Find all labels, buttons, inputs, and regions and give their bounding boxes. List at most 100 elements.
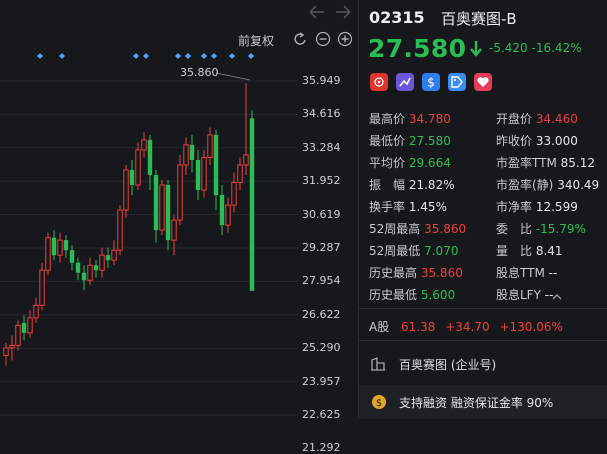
- candlestick: [219, 185, 225, 236]
- candlestick: [201, 149, 207, 198]
- candlestick-plot[interactable]: 35.860: [0, 0, 300, 419]
- undo-redo-icons: [309, 5, 351, 19]
- stat-open: 开盘价 34.460: [496, 112, 578, 126]
- candlestick: [99, 247, 105, 278]
- stat-div-lfy: 股息LFY --: [496, 288, 554, 302]
- candlestick: [159, 179, 165, 236]
- candlestick: [69, 245, 75, 271]
- corporate-account-row[interactable]: 百奥赛图 (企业号): [359, 347, 607, 381]
- candlestick: [153, 169, 159, 243]
- candlestick: [225, 197, 231, 233]
- stat-low: 最低价 27.580: [369, 134, 451, 148]
- stat-hist-low: 历史最低 5.600: [369, 288, 456, 302]
- zoom-in-icon: [337, 31, 353, 47]
- y-tick-label: 21.292: [302, 441, 341, 454]
- chart-control-icons[interactable]: [292, 31, 356, 47]
- peak-annotation: 35.860: [180, 66, 251, 81]
- kline-chart-pane[interactable]: 前复权 35.860 35.949 34.616 33.284 31.952 30.61…: [0, 0, 358, 454]
- event-marker: [133, 53, 139, 59]
- candlestick: [177, 154, 183, 226]
- stat-volume-ratio: 量 比 8.41: [496, 244, 563, 258]
- event-marker: [59, 53, 65, 59]
- y-tick-label: 29.287: [302, 241, 341, 254]
- stat-52w-low: 52周最低 7.070: [369, 244, 459, 258]
- candlestick: [171, 215, 177, 256]
- candlestick: [45, 232, 51, 276]
- y-tick-label: 30.619: [302, 207, 341, 221]
- candlestick: [63, 235, 69, 258]
- candlestick: [111, 240, 117, 266]
- candlestick: [207, 127, 213, 165]
- candlestick: [231, 172, 237, 213]
- y-tick-label: 33.284: [302, 140, 341, 154]
- candlestick: [51, 230, 57, 261]
- candlestick: [243, 83, 249, 175]
- candlestick: [81, 265, 87, 291]
- candlestick: [147, 134, 153, 191]
- stat-prev-close: 昨收价 33.000: [496, 134, 578, 148]
- candlestick: [213, 129, 219, 211]
- last-price: 27.580: [368, 34, 467, 63]
- peak-price-label: 35.860: [180, 66, 219, 79]
- candlestick: [237, 157, 243, 191]
- stat-pb: 市净率 12.599: [496, 200, 578, 214]
- stat-commission: 委 比 -15.79%: [496, 222, 586, 236]
- candlestick: [165, 179, 171, 251]
- a-share-price: 61.38: [401, 320, 436, 334]
- change-value: -5.420: [489, 41, 528, 55]
- y-tick-label: 27.954: [302, 274, 341, 288]
- zoom-out-icon: [315, 31, 331, 47]
- event-marker: [143, 53, 149, 59]
- stock-code: 02315: [369, 8, 425, 27]
- down-arrow-icon: [470, 41, 482, 57]
- candlestick: [15, 320, 21, 351]
- coin-icon: $: [372, 395, 386, 409]
- section-separator: [359, 340, 607, 341]
- building-icon: [371, 357, 385, 371]
- candlestick: [75, 257, 81, 281]
- dollar-icon[interactable]: $: [422, 73, 440, 91]
- y-tick-label: 34.616: [302, 107, 341, 121]
- stat-hist-high: 历史最高 35.860: [369, 266, 463, 280]
- svg-text:$: $: [376, 398, 382, 409]
- hk-connect-icon[interactable]: [370, 73, 388, 91]
- stat-52w-high: 52周最高 35.860: [369, 222, 467, 236]
- event-marker: [211, 53, 217, 59]
- candlestick: [3, 342, 9, 366]
- price-change: -5.420 -16.42%: [489, 41, 582, 55]
- event-marker: [37, 53, 43, 59]
- stat-pe-ttm: 市盈率TTM 85.12: [496, 156, 595, 170]
- candlestick: [135, 142, 141, 191]
- margin-financing-row[interactable]: $ 支持融资 融资保证金率 90%: [359, 385, 607, 419]
- a-share-change-pct: +130.06%: [499, 320, 563, 334]
- candlestick: [39, 262, 45, 311]
- stat-avg: 平均价 29.664: [369, 156, 451, 170]
- stat-turnover: 换手率 1.45%: [369, 200, 447, 214]
- candlestick: [9, 335, 15, 361]
- stat-amplitude: 振 幅 21.82%: [369, 178, 455, 192]
- candlestick: [117, 205, 123, 256]
- a-share-row[interactable]: A股 61.38 +34.70 +130.06%: [369, 318, 563, 335]
- y-tick-label: 22.625: [302, 408, 341, 421]
- favorite-heart-icon[interactable]: [474, 73, 492, 91]
- event-marker: [248, 53, 254, 59]
- candlestick: [183, 137, 189, 175]
- y-tick-label: 26.622: [302, 307, 341, 321]
- y-tick-label: 23.957: [302, 374, 341, 388]
- candlestick: [141, 132, 147, 158]
- stat-high: 最高价 34.780: [369, 112, 451, 126]
- change-percent: -16.42%: [531, 41, 582, 55]
- candlestick: [21, 315, 27, 341]
- analytics-icon[interactable]: [396, 73, 414, 91]
- collapse-chevron-icon[interactable]: [551, 292, 563, 302]
- svg-text:$: $: [427, 76, 435, 90]
- y-tick-label: 25.290: [302, 341, 341, 355]
- candlestick: [123, 164, 129, 218]
- stat-div-ttm: 股息TTM --: [496, 266, 558, 280]
- a-share-change: +34.70: [445, 320, 490, 334]
- tag-icon[interactable]: [448, 73, 466, 91]
- event-marker: [229, 53, 235, 59]
- quote-panel: 02315 百奥赛图-B 27.580 -5.420 -16.42% $ 最高价…: [359, 0, 607, 419]
- event-marker: [175, 53, 181, 59]
- candlestick: [249, 110, 255, 291]
